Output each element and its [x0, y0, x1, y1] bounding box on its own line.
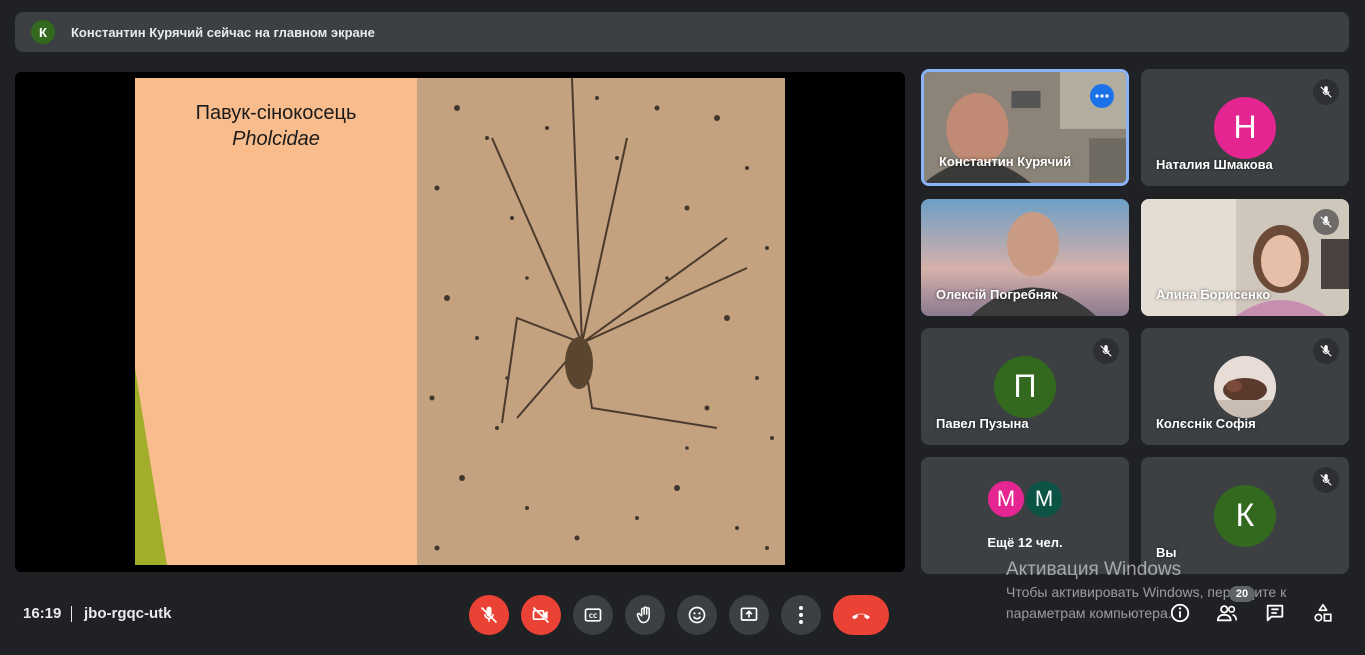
more-vert-icon: [799, 606, 803, 624]
participant-name: Алина Борисенко: [1156, 287, 1271, 302]
more-participants-tile[interactable]: М М Ещё 12 чел.: [921, 457, 1129, 574]
participant-avatar: П: [994, 355, 1056, 418]
participant-tile-pavel[interactable]: П Павел Пузына: [921, 328, 1129, 445]
mic-off-icon: [1093, 338, 1119, 364]
meet-window: К Константин Курячий сейчас на главном э…: [0, 0, 1365, 655]
more-avatars: М М: [921, 479, 1129, 519]
meeting-details-button[interactable]: [1167, 600, 1193, 626]
mic-off-icon: [1313, 209, 1339, 235]
divider: [71, 606, 72, 622]
participant-tile-alina[interactable]: Алина Борисенко: [1141, 199, 1349, 316]
more-dots-icon: [1095, 94, 1109, 98]
meeting-code: jbo-rgqc-utk: [84, 605, 172, 622]
activities-button[interactable]: [1310, 600, 1336, 626]
presentation-slide: Павук-сінокосець Pholcidae: [135, 78, 785, 565]
participant-tile-sofia[interactable]: Колєснік Софія: [1141, 328, 1349, 445]
participant-tile-oleksii[interactable]: Олексій Погребняк: [921, 199, 1129, 316]
hand-icon: [636, 606, 650, 624]
info-icon: [1170, 603, 1190, 623]
hang-up-icon: [852, 613, 870, 620]
presentation-stage[interactable]: Павук-сінокосець Pholcidae: [15, 72, 905, 572]
mic-off-icon: [1313, 467, 1339, 493]
mic-off-icon: [1313, 338, 1339, 364]
leave-call-button[interactable]: [833, 595, 889, 635]
meeting-time: 16:19: [23, 605, 62, 622]
participant-tile-self[interactable]: К Вы: [1141, 457, 1349, 574]
participant-name: Константин Курячий: [939, 154, 1072, 169]
more-participants-label: Ещё 12 чел.: [987, 535, 1063, 550]
mic-off-icon: [480, 606, 498, 624]
participant-name: Олексій Погребняк: [936, 287, 1058, 302]
activities-icon: [1314, 603, 1332, 622]
presenting-text: Константин Курячий сейчас на главном экр…: [71, 24, 375, 40]
people-button[interactable]: [1214, 600, 1240, 626]
chat-button[interactable]: [1262, 600, 1288, 626]
participant-avatar: М: [986, 479, 1026, 519]
svg-text:CC: CC: [589, 614, 598, 620]
participant-options-button[interactable]: [1090, 84, 1114, 108]
present-screen-button[interactable]: [729, 595, 769, 635]
raise-hand-button[interactable]: [625, 595, 665, 635]
participant-tile-konstantin[interactable]: Константин Курячий: [921, 69, 1129, 186]
mic-off-icon: [1313, 79, 1339, 105]
participant-count-badge: 20: [1229, 586, 1255, 602]
participant-avatar: К: [1214, 484, 1276, 547]
activation-watermark-title: Активация Windows: [1006, 559, 1182, 580]
people-icon: [1216, 605, 1237, 622]
presenting-banner: К Константин Курячий сейчас на главном э…: [15, 12, 1349, 52]
spider-photo: [417, 78, 785, 565]
participant-name: Наталия Шмакова: [1156, 157, 1273, 172]
camera-off-icon: [532, 606, 550, 624]
captions-button[interactable]: CC: [573, 595, 613, 635]
emoji-reaction-button[interactable]: [677, 595, 717, 635]
presenter-avatar: К: [31, 20, 55, 44]
participant-tile-natalia[interactable]: Н Наталия Шмакова: [1141, 69, 1349, 186]
more-options-button[interactable]: [781, 595, 821, 635]
chat-icon: [1266, 604, 1284, 622]
camera-toggle-button[interactable]: [521, 595, 561, 635]
control-bar: 16:19 jbo-rgqc-utk CC: [0, 585, 1365, 645]
participant-name: Павел Пузына: [936, 416, 1029, 431]
slide-subtitle: Pholcidae: [232, 128, 320, 150]
participant-photo-avatar: [1214, 355, 1276, 418]
present-icon: [740, 607, 758, 621]
slide-title: Павук-сінокосець: [195, 102, 357, 124]
participant-avatar: Н: [1214, 96, 1276, 159]
participant-avatar: М: [1024, 479, 1064, 519]
emoji-icon: [688, 606, 706, 624]
captions-icon: CC: [584, 608, 602, 622]
mic-toggle-button[interactable]: [469, 595, 509, 635]
participant-name: Вы: [1156, 545, 1177, 560]
participant-name: Колєснік Софія: [1156, 416, 1256, 431]
